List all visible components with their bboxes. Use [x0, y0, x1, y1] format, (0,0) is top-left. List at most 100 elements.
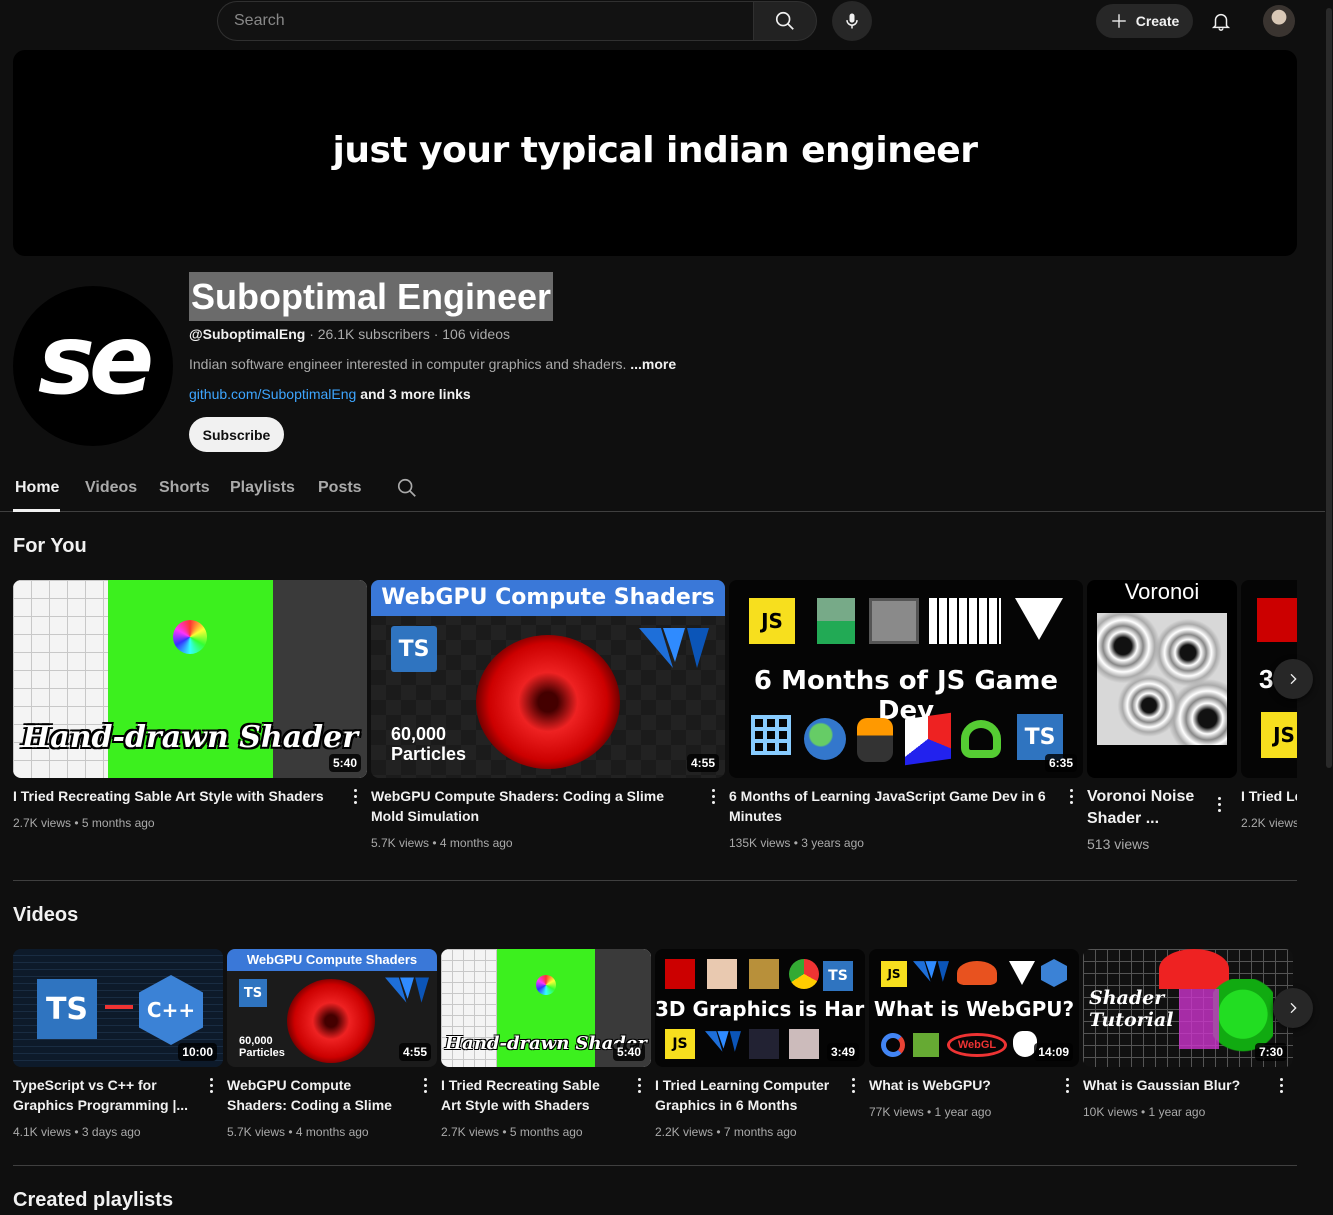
video-duration: 4:55 — [398, 1043, 431, 1061]
section-divider — [13, 880, 1297, 881]
thumbnail-text: 3D Graphics is Hard — [655, 997, 865, 1021]
more-actions-icon[interactable] — [1275, 1075, 1287, 1095]
channel-links: github.com/SuboptimalEng and 3 more link… — [189, 386, 471, 402]
more-actions-icon[interactable] — [1061, 1075, 1073, 1095]
video-title[interactable]: I Tried Recreating Sable Art Style with … — [13, 786, 333, 806]
more-actions-icon[interactable] — [1065, 786, 1077, 806]
account-avatar[interactable] — [1263, 5, 1295, 37]
more-actions-icon[interactable] — [633, 1075, 645, 1095]
video-title[interactable]: I Tried Le — [1241, 786, 1297, 806]
bell-icon — [1211, 13, 1231, 31]
video-card[interactable]: TS 3D Graphics is Hard JS 3:49 I Tried L… — [655, 949, 865, 1149]
more-actions-icon[interactable] — [847, 1075, 859, 1095]
video-meta: 77K views • 1 year ago — [869, 1105, 992, 1119]
video-thumbnail[interactable]: JS What is WebGPU? WebGL 14:09 — [869, 949, 1079, 1067]
tab-playlists[interactable]: Playlists — [230, 479, 295, 497]
webgpu-logo-icon — [639, 628, 709, 668]
video-card[interactable]: Hand-drawn Shader 5:40 I Tried Recreatin… — [441, 949, 651, 1149]
more-actions-icon[interactable] — [707, 786, 719, 806]
short-thumbnail[interactable]: Voronoi — [1087, 580, 1237, 778]
video-meta: 5.7K views • 4 months ago — [227, 1125, 369, 1139]
video-meta: 2.7K views • 5 months ago — [13, 816, 155, 830]
video-card[interactable]: TS C++ 10:00 TypeScript vs C++ for Graph… — [13, 949, 223, 1149]
video-title[interactable]: WebGPU Compute Shaders: Coding a Slime M… — [227, 1075, 407, 1115]
github-link[interactable]: github.com/SuboptimalEng — [189, 386, 356, 402]
for-you-short-card[interactable]: Voronoi Voronoi Noise Shader ... 513 vie… — [1087, 580, 1237, 860]
video-thumbnail[interactable]: JS 6 Months of JS Game Dev TS 6:35 — [729, 580, 1083, 778]
more-actions-icon[interactable] — [205, 1075, 217, 1095]
microphone-icon — [846, 13, 858, 29]
for-you-card[interactable]: Hand-drawn Shader 5:40 I Tried Recreatin… — [13, 580, 367, 840]
more-actions-icon[interactable] — [1213, 794, 1225, 814]
create-button[interactable]: Create — [1096, 4, 1193, 38]
javascript-icon: JS — [1261, 712, 1297, 758]
video-thumbnail[interactable]: TS C++ 10:00 — [13, 949, 223, 1067]
video-duration: 10:00 — [178, 1043, 217, 1061]
chevron-right-icon — [1290, 673, 1297, 685]
video-card[interactable]: Shader Tutorial 7:30 What is Gaussian Bl… — [1083, 949, 1293, 1149]
video-thumbnail[interactable]: Hand-drawn Shader 5:40 — [441, 949, 651, 1067]
channel-meta: @SuboptimalEng · 26.1K subscribers · 106… — [189, 326, 510, 342]
for-you-next-button[interactable] — [1273, 659, 1313, 699]
video-thumbnail[interactable]: Hand-drawn Shader 5:40 — [13, 580, 367, 778]
more-actions-icon[interactable] — [419, 1075, 431, 1095]
video-title[interactable]: Voronoi Noise Shader ... — [1087, 786, 1197, 830]
channel-description[interactable]: Indian software engineer interested in c… — [189, 356, 676, 372]
channel-description-text: Indian software engineer interested in c… — [189, 356, 631, 372]
search-button[interactable] — [753, 1, 817, 41]
video-title[interactable]: I Tried Recreating Sable Art Style with … — [441, 1075, 621, 1115]
for-you-card[interactable]: JS 6 Months of JS Game Dev TS 6:35 6 Mon… — [729, 580, 1083, 860]
video-card[interactable]: JS What is WebGPU? WebGL 14:09 What is W… — [869, 949, 1079, 1149]
channel-tabs: Home Videos Shorts Playlists Posts — [0, 470, 1325, 512]
create-label: Create — [1135, 13, 1180, 29]
more-links[interactable]: and 3 more links — [356, 386, 471, 402]
for-you-card[interactable]: WebGPU Compute Shaders TS 60,000 Particl… — [371, 580, 725, 860]
video-duration: 14:09 — [1034, 1043, 1073, 1061]
video-title[interactable]: TypeScript vs C++ for Graphics Programmi… — [13, 1075, 203, 1115]
videos-next-button[interactable] — [1273, 988, 1313, 1028]
channel-search-icon[interactable] — [396, 477, 418, 499]
video-title[interactable]: I Tried Learning Computer Graphics in 6 … — [655, 1075, 835, 1115]
video-duration: 5:40 — [328, 754, 361, 772]
video-meta: 2.7K views • 5 months ago — [441, 1125, 583, 1139]
tab-home[interactable]: Home — [15, 479, 59, 497]
video-title[interactable]: WebGPU Compute Shaders: Coding a Slime M… — [371, 786, 696, 826]
typescript-icon: TS — [823, 961, 853, 991]
javascript-icon: JS — [881, 961, 907, 987]
typescript-icon: TS — [391, 626, 437, 672]
thumbnail-text: Voronoi — [1124, 580, 1200, 604]
video-meta: 513 views — [1087, 836, 1150, 852]
video-thumbnail[interactable]: WebGPU Compute Shaders TS 60,000 Particl… — [371, 580, 725, 778]
webgpu-logo-icon — [385, 977, 429, 1003]
search-icon — [775, 11, 794, 30]
video-title[interactable]: What is WebGPU? — [869, 1075, 1049, 1095]
more-link[interactable]: ...more — [630, 356, 676, 372]
video-thumbnail[interactable]: Shader Tutorial 7:30 — [1083, 949, 1293, 1067]
video-thumbnail[interactable]: TS 3D Graphics is Hard JS 3:49 — [655, 949, 865, 1067]
webgl-logo: WebGL — [947, 1033, 1007, 1057]
page-scrollbar[interactable] — [1325, 0, 1333, 1215]
video-meta: 4.1K views • 3 days ago — [13, 1125, 141, 1139]
video-thumbnail[interactable]: WebGPU Compute Shaders TS 60,000 Particl… — [227, 949, 437, 1067]
notifications-button[interactable] — [1206, 6, 1236, 36]
video-title[interactable]: 6 Months of Learning JavaScript Game Dev… — [729, 786, 1054, 826]
video-title[interactable]: What is Gaussian Blur? — [1083, 1075, 1263, 1095]
more-actions-icon[interactable] — [349, 786, 361, 806]
subscribe-button[interactable]: Subscribe — [189, 417, 284, 452]
voice-search-button[interactable] — [832, 1, 872, 41]
tab-shorts[interactable]: Shorts — [159, 479, 210, 497]
video-duration: 7:30 — [1254, 1043, 1287, 1061]
channel-avatar: se — [13, 286, 173, 446]
video-card[interactable]: WebGPU Compute Shaders TS 60,000 Particl… — [227, 949, 437, 1149]
typescript-icon: TS — [239, 979, 267, 1007]
channel-stats: · 26.1K subscribers · 106 videos — [305, 326, 510, 342]
video-duration: 4:55 — [686, 754, 719, 772]
tab-videos[interactable]: Videos — [85, 479, 137, 497]
for-you-card[interactable]: 3 JS I Tried Le 2.2K views — [1241, 580, 1297, 840]
videos-heading[interactable]: Videos — [13, 904, 78, 927]
created-playlists-heading: Created playlists — [13, 1189, 174, 1211]
search-input[interactable] — [218, 2, 754, 40]
tab-posts[interactable]: Posts — [318, 479, 362, 497]
thumbnail-subtext: 60,000 Particles — [391, 724, 467, 764]
scrollbar-thumb[interactable] — [1326, 8, 1332, 768]
